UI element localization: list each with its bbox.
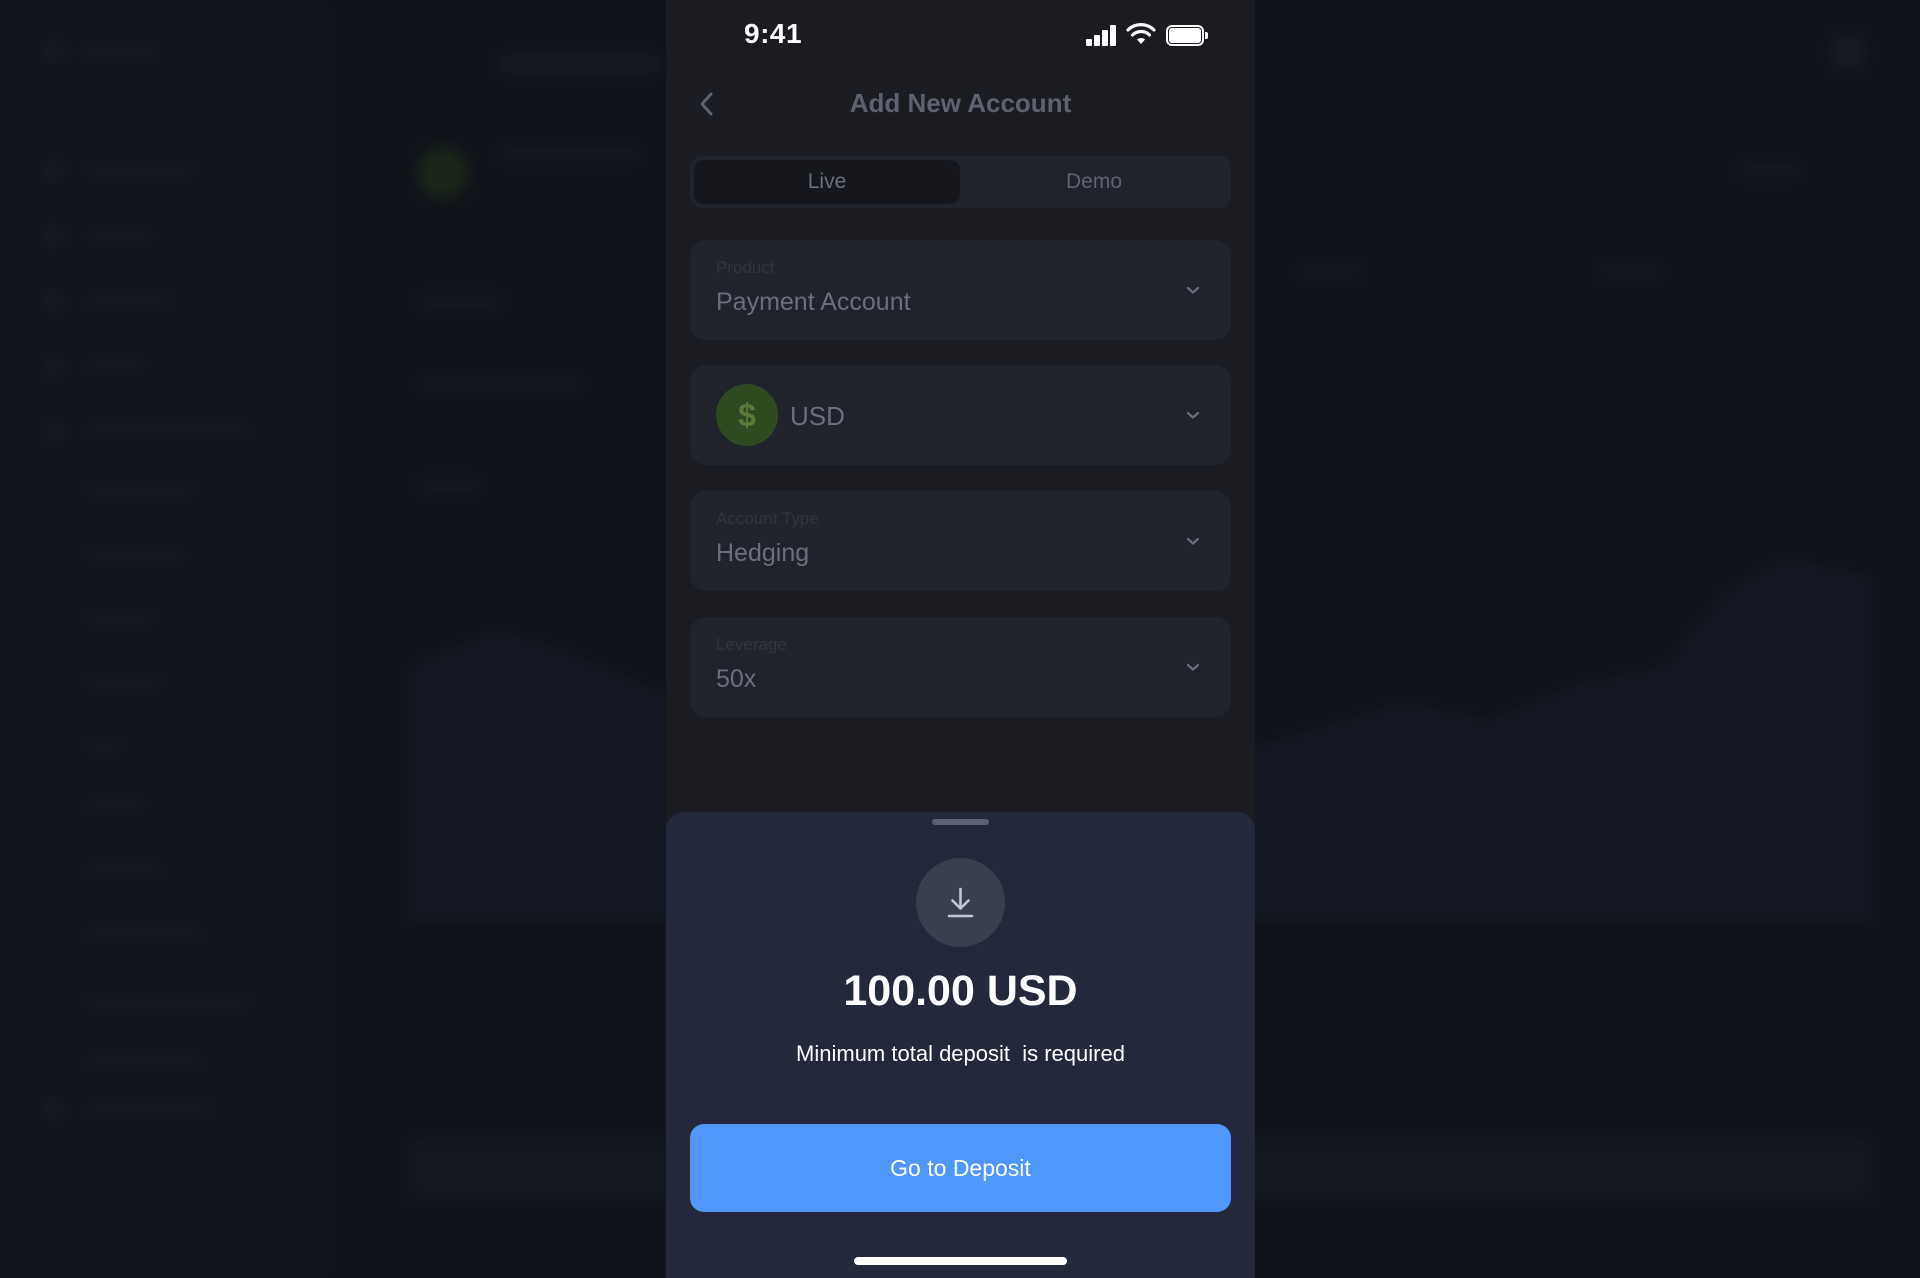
tab-demo[interactable]: Demo: [961, 160, 1227, 204]
chevron-down-icon: [1186, 537, 1200, 545]
download-icon-badge: [916, 858, 1005, 947]
leverage-value: 50x: [716, 665, 757, 693]
chevron-down-icon: [1186, 411, 1200, 419]
cellular-signal-icon: [1086, 24, 1118, 46]
status-time: 9:41: [744, 18, 803, 49]
leverage-select[interactable]: Leverage 50x: [690, 617, 1231, 717]
sheet-grabber[interactable]: [932, 819, 989, 825]
status-bar: 9:41: [666, 0, 1255, 72]
currency-value: USD: [790, 401, 845, 431]
go-to-deposit-button[interactable]: Go to Deposit: [690, 1124, 1231, 1212]
dollar-icon: $: [716, 384, 778, 446]
leverage-label: Leverage: [716, 635, 787, 654]
mobile-screen: 9:41 Add New Account Live Demo Product P: [666, 0, 1255, 1278]
product-value: Payment Account: [716, 288, 911, 316]
wifi-icon: [1126, 23, 1156, 44]
product-select[interactable]: Product Payment Account: [690, 240, 1231, 340]
account-type-label: Account Type: [716, 509, 819, 528]
battery-icon: [1166, 25, 1208, 46]
download-icon: [947, 887, 974, 918]
chevron-down-icon: [1186, 286, 1200, 294]
home-indicator: [854, 1257, 1067, 1265]
page-title: Add New Account: [849, 88, 1072, 118]
minimum-deposit-message: Minimum total deposit is required: [796, 1041, 1125, 1066]
chevron-down-icon: [1186, 663, 1200, 671]
account-type-select[interactable]: Account Type Hedging: [690, 491, 1231, 591]
minimum-deposit-amount: 100.00 USD: [843, 967, 1078, 1015]
tab-live[interactable]: Live: [694, 160, 960, 204]
product-label: Product: [716, 258, 775, 277]
currency-select[interactable]: $ USD: [690, 365, 1231, 465]
account-mode-segmented-control: Live Demo: [690, 156, 1231, 208]
navigation-bar: Add New Account: [666, 72, 1255, 136]
account-type-value: Hedging: [716, 539, 810, 567]
deposit-required-sheet: 100.00 USD Minimum total deposit is requ…: [666, 812, 1255, 1278]
